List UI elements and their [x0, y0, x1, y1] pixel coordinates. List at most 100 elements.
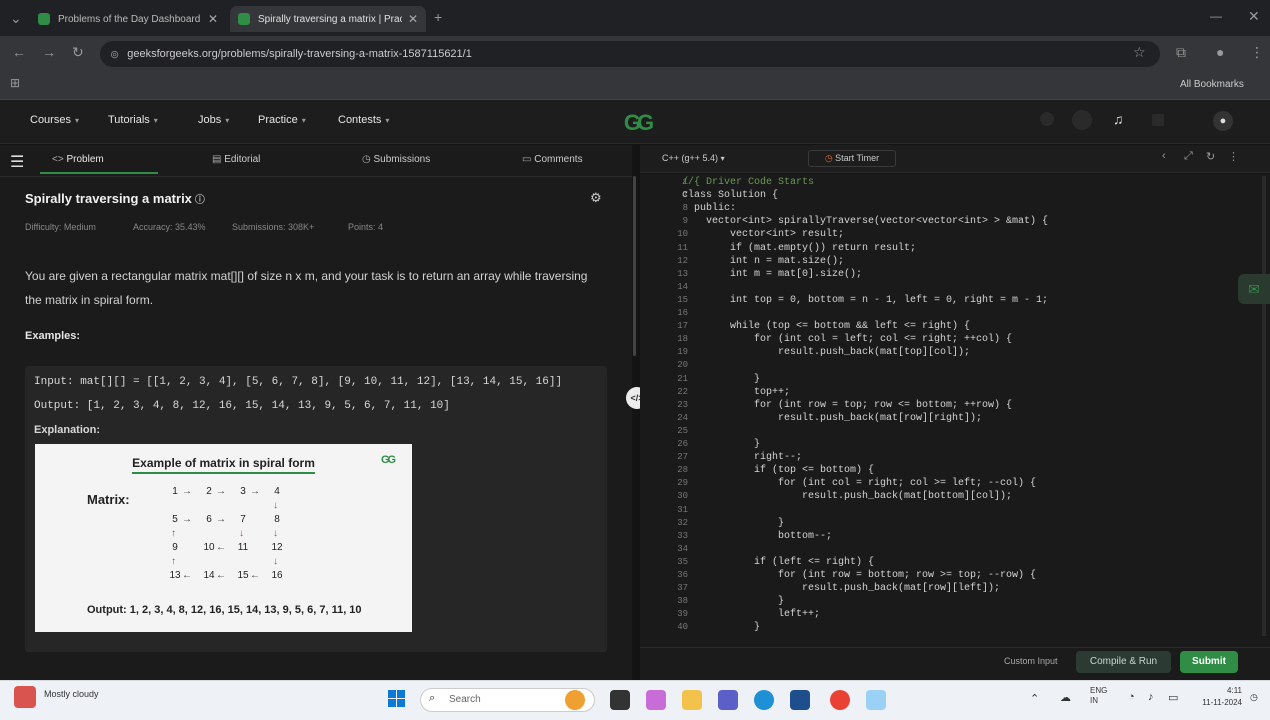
- edge-icon[interactable]: [754, 690, 774, 710]
- profile-icon[interactable]: ●: [1216, 44, 1224, 60]
- code-line[interactable]: int m = mat[0].size();: [682, 269, 862, 281]
- user-avatar-icon[interactable]: ●: [1213, 111, 1233, 131]
- code-line[interactable]: if (mat.empty()) return result;: [682, 243, 916, 255]
- address-bar[interactable]: ⊚ geeksforgeeks.org/problems/spirally-tr…: [100, 41, 1160, 67]
- code-line[interactable]: }: [682, 622, 760, 634]
- submit-button[interactable]: Submit: [1180, 651, 1238, 673]
- hamburger-menu-icon[interactable]: ☰: [10, 152, 24, 172]
- menu-tutorials[interactable]: Tutorials ▾: [108, 114, 158, 126]
- code-line[interactable]: result.push_back(mat[row][right]);: [682, 413, 982, 425]
- code-line[interactable]: bottom--;: [682, 531, 832, 543]
- clock-date[interactable]: 11-11-2024: [1196, 698, 1242, 707]
- code-line[interactable]: //{ Driver Code Starts: [682, 177, 814, 189]
- theme-toggle-icon[interactable]: [1152, 114, 1164, 126]
- code-line[interactable]: for (int row = bottom; row >= top; --row…: [682, 570, 1036, 582]
- gfg-logo[interactable]: GG: [612, 110, 662, 135]
- teams-icon[interactable]: [718, 690, 738, 710]
- expand-icon[interactable]: ⤢: [1184, 150, 1193, 163]
- menu-courses[interactable]: Courses ▾: [30, 114, 79, 126]
- language-select[interactable]: C++ (g++ 5.4) ▾: [662, 153, 725, 163]
- code-line[interactable]: vector<int> spirallyTraverse(vector<vect…: [682, 216, 1048, 228]
- compile-run-button[interactable]: Compile & Run: [1076, 651, 1171, 673]
- code-line[interactable]: }: [682, 518, 784, 530]
- windows-start-icon[interactable]: [386, 688, 408, 710]
- menu-practice[interactable]: Practice ▾: [258, 114, 306, 126]
- line-number: 31: [677, 504, 688, 515]
- editor-scrollbar[interactable]: [1262, 176, 1266, 636]
- store-icon[interactable]: [790, 690, 810, 710]
- weather-text[interactable]: Mostly cloudy: [44, 689, 104, 700]
- info-icon[interactable]: ⓘ: [195, 195, 205, 206]
- code-line[interactable]: while (top <= bottom && left <= right) {: [682, 321, 970, 333]
- close-icon[interactable]: ✕: [208, 12, 218, 26]
- code-line[interactable]: if (left <= right) {: [682, 557, 874, 569]
- code-line[interactable]: for (int row = top; row <= bottom; ++row…: [682, 400, 1012, 412]
- weather-icon[interactable]: [14, 686, 36, 708]
- collapse-icon[interactable]: ‹: [1162, 150, 1166, 162]
- start-timer-button[interactable]: ◷ Start Timer: [808, 150, 896, 167]
- menu-contests[interactable]: Contests ▾: [338, 114, 389, 126]
- copilot-icon[interactable]: [646, 690, 666, 710]
- chevron-up-icon[interactable]: ⌃: [1030, 692, 1039, 705]
- volume-icon[interactable]: ♪: [1148, 691, 1154, 703]
- code-line[interactable]: int top = 0, bottom = n - 1, left = 0, r…: [682, 295, 1048, 307]
- editor-settings-icon[interactable]: ⋮: [1228, 150, 1239, 163]
- code-line[interactable]: result.push_back(mat[bottom][col]);: [682, 491, 1012, 503]
- code-line[interactable]: }: [682, 439, 760, 451]
- streak-icon[interactable]: [1072, 110, 1092, 130]
- chrome-icon[interactable]: [830, 690, 850, 710]
- chat-bubble-icon[interactable]: ✉: [1238, 274, 1270, 304]
- site-info-icon[interactable]: ⊚: [110, 48, 119, 61]
- reset-code-icon[interactable]: ↻: [1206, 150, 1215, 163]
- reload-icon[interactable]: ↻: [72, 44, 84, 61]
- code-line[interactable]: result.push_back(mat[top][col]);: [682, 347, 970, 359]
- file-explorer-icon[interactable]: [682, 690, 702, 710]
- tab-comments[interactable]: ▭ Comments: [522, 154, 583, 165]
- clock-time[interactable]: 4:11: [1204, 686, 1242, 695]
- minimize-icon[interactable]: —: [1210, 9, 1222, 23]
- code-line[interactable]: right--;: [682, 452, 802, 464]
- window-close-icon[interactable]: ✕: [1248, 8, 1260, 25]
- apps-icon[interactable]: ⊞: [10, 76, 20, 90]
- code-line[interactable]: }: [682, 596, 784, 608]
- language-indicator[interactable]: ENG IN: [1090, 686, 1114, 706]
- code-line[interactable]: left++;: [682, 609, 820, 621]
- custom-input-toggle[interactable]: Custom Input: [1004, 656, 1058, 666]
- code-line[interactable]: for (int col = left; col <= right; ++col…: [682, 334, 1012, 346]
- back-icon[interactable]: ←: [12, 44, 26, 60]
- code-line[interactable]: for (int col = right; col >= left; --col…: [682, 478, 1036, 490]
- menu-dots-icon[interactable]: ⋮: [1250, 44, 1264, 61]
- tab-search-icon[interactable]: ⌄: [10, 10, 22, 27]
- code-line[interactable]: vector<int> result;: [682, 229, 844, 241]
- app-icon[interactable]: [866, 690, 886, 710]
- notification-bell-icon[interactable]: ♫: [1113, 111, 1124, 127]
- close-icon[interactable]: ✕: [408, 12, 418, 26]
- extensions-icon[interactable]: ⧉: [1176, 44, 1186, 61]
- menu-jobs[interactable]: Jobs ▾: [198, 114, 229, 126]
- forward-icon[interactable]: →: [42, 44, 56, 60]
- code-line[interactable]: result.push_back(mat[row][left]);: [682, 583, 1000, 595]
- bookmark-star-icon[interactable]: ☆: [1133, 44, 1146, 61]
- new-tab-icon[interactable]: +: [434, 9, 442, 25]
- code-line[interactable]: class Solution {: [682, 190, 778, 202]
- task-view-icon[interactable]: [610, 690, 630, 710]
- code-line[interactable]: top++;: [682, 387, 790, 399]
- battery-icon[interactable]: ▭: [1168, 691, 1178, 704]
- left-scrollbar[interactable]: [633, 176, 636, 356]
- settings-gear-icon[interactable]: ⚙: [590, 190, 602, 206]
- notification-icon[interactable]: ◷: [1250, 692, 1258, 703]
- tab-problem[interactable]: <> Problem: [52, 154, 104, 165]
- problem-description: You are given a rectangular matrix mat[]…: [25, 269, 588, 307]
- cloud-icon[interactable]: ☁: [1060, 691, 1071, 704]
- browser-tab-1[interactable]: Problems of the Day Dashboard ✕: [30, 6, 226, 32]
- all-bookmarks-button[interactable]: All Bookmarks: [1180, 79, 1244, 90]
- wifi-icon[interactable]: ◔: [1128, 691, 1135, 703]
- search-icon[interactable]: [1040, 112, 1054, 126]
- tab-editorial[interactable]: ▤ Editorial: [212, 154, 260, 165]
- browser-tab-2-active[interactable]: Spirally traversing a matrix | Practice …: [230, 6, 426, 32]
- code-line[interactable]: if (top <= bottom) {: [682, 465, 874, 477]
- code-line[interactable]: public:: [682, 203, 736, 215]
- code-line[interactable]: }: [682, 374, 760, 386]
- code-line[interactable]: int n = mat.size();: [682, 256, 844, 268]
- tab-submissions[interactable]: ◷ Submissions: [362, 154, 430, 165]
